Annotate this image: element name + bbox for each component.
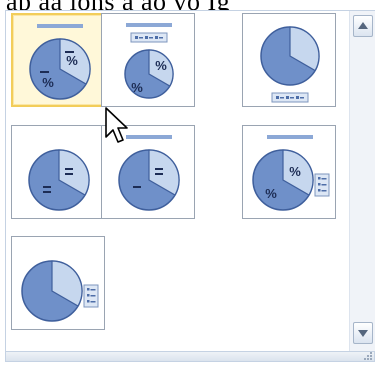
legend-vertical-icon	[83, 284, 99, 308]
dash-label-icon	[133, 186, 141, 188]
layout-thumbnail	[260, 26, 320, 103]
chart-layout-option-6[interactable]: %%	[242, 125, 336, 219]
percent-label-icon: %	[289, 164, 301, 179]
scroll-up-button[interactable]	[353, 15, 373, 37]
chart-title-bar	[267, 135, 313, 139]
chart-layout-option-2[interactable]: %%	[101, 13, 195, 107]
chart-layout-gallery: %%%%%%	[5, 10, 375, 362]
gallery-footer	[6, 351, 374, 361]
dash-label-icon	[65, 168, 73, 170]
triangle-down-icon	[358, 330, 368, 337]
layout-thumbnail: %%	[252, 135, 330, 211]
dash-label-icon	[155, 168, 163, 170]
layout-thumbnail	[21, 260, 99, 322]
dash-label-icon	[40, 71, 49, 73]
pie-chart-icon	[29, 38, 91, 100]
arrow-pointer-icon	[105, 107, 128, 143]
legend-horizontal-icon	[271, 92, 309, 103]
resize-grip-icon[interactable]	[364, 352, 372, 360]
percent-label-icon: %	[131, 80, 143, 95]
layout-thumbnail: %%	[29, 24, 91, 100]
pie-chart-icon	[252, 149, 314, 211]
pie-chart-icon	[21, 260, 83, 322]
pie-chart-icon	[118, 149, 180, 211]
chart-title-bar	[126, 135, 172, 139]
legend-vertical-icon	[314, 173, 330, 197]
chart-title-bar	[126, 23, 172, 27]
chart-layout-option-7[interactable]	[11, 236, 105, 330]
dash-label-icon	[65, 173, 73, 175]
percent-label-icon: %	[265, 186, 277, 201]
percent-label-icon: %	[155, 58, 167, 73]
dash-label-icon	[155, 173, 163, 175]
chart-layout-option-1[interactable]: %%	[11, 13, 105, 107]
chart-layout-option-4[interactable]	[11, 125, 105, 219]
layout-thumbnail	[28, 149, 90, 211]
percent-label-icon: %	[42, 75, 54, 90]
dash-label-icon	[43, 186, 51, 188]
dash-label-icon	[65, 51, 74, 53]
chart-layout-option-3[interactable]	[242, 13, 336, 107]
percent-label-icon: %	[66, 53, 78, 68]
chart-title-bar	[37, 24, 83, 28]
dash-label-icon	[43, 191, 51, 193]
pie-chart-icon	[28, 149, 90, 211]
legend-horizontal-icon	[130, 32, 168, 43]
pie-chart-icon	[260, 26, 320, 86]
triangle-up-icon	[358, 22, 368, 29]
layout-thumbnail: %%	[124, 23, 174, 99]
scroll-down-button[interactable]	[353, 322, 373, 344]
gallery-scrollbar[interactable]	[349, 11, 375, 351]
